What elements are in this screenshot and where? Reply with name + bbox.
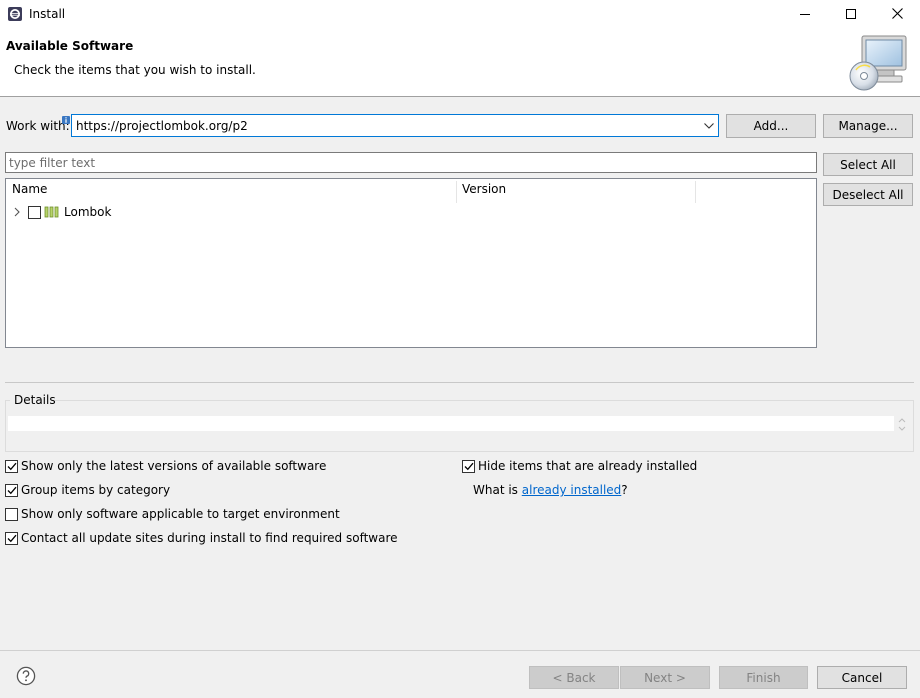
deselect-all-button[interactable]: Deselect All — [823, 183, 913, 206]
row-checkbox[interactable] — [28, 206, 41, 219]
details-scrollbar[interactable] — [896, 416, 908, 433]
details-text-area[interactable] — [8, 416, 894, 431]
header-divider — [0, 96, 920, 97]
software-tree[interactable]: Name Version Lombok — [5, 178, 817, 348]
option-label: Show only software applicable to target … — [21, 507, 340, 521]
option-label: Contact all update sites during install … — [21, 531, 398, 545]
work-with-combo[interactable]: https://projectlombok.org/p2 — [71, 114, 719, 137]
category-icon — [44, 206, 60, 218]
column-separator[interactable] — [456, 181, 457, 203]
option-show-applicable[interactable]: Show only software applicable to target … — [5, 506, 340, 522]
checkbox-unchecked[interactable] — [5, 507, 18, 521]
option-hide-installed[interactable]: Hide items that are already installed — [462, 458, 697, 474]
what-is-suffix: ? — [621, 483, 628, 497]
close-icon — [891, 7, 903, 22]
option-contact-all-sites[interactable]: Contact all update sites during install … — [5, 530, 398, 546]
select-all-button[interactable]: Select All — [823, 153, 913, 176]
maximize-icon — [846, 8, 856, 22]
sash-divider[interactable] — [5, 382, 914, 383]
eclipse-icon — [7, 6, 23, 22]
maximize-button[interactable] — [828, 0, 874, 29]
work-with-value: https://projectlombok.org/p2 — [76, 118, 248, 133]
option-group-by-category[interactable]: Group items by category — [5, 482, 170, 498]
what-is-installed-text: What is already installed? — [473, 482, 628, 498]
checkbox-checked[interactable] — [5, 483, 18, 497]
filter-input[interactable]: type filter text — [5, 152, 817, 173]
next-button[interactable]: Next > — [620, 666, 710, 689]
chevron-down-icon[interactable] — [700, 115, 718, 136]
already-installed-link[interactable]: already installed — [522, 483, 622, 497]
column-separator[interactable] — [695, 181, 696, 203]
info-icon — [62, 113, 70, 124]
minimize-button[interactable] — [782, 0, 828, 29]
manage-sites-button[interactable]: Manage... — [823, 114, 913, 138]
tree-row[interactable]: Lombok — [6, 203, 816, 221]
page-title: Available Software — [6, 39, 134, 53]
minimize-icon — [800, 8, 810, 22]
chevron-right-icon[interactable] — [11, 206, 23, 218]
details-group-border — [55, 400, 914, 401]
add-site-button[interactable]: Add... — [726, 114, 816, 138]
footer-divider — [0, 650, 920, 651]
option-show-latest[interactable]: Show only the latest versions of availab… — [5, 458, 326, 474]
column-header-version[interactable]: Version — [462, 182, 506, 202]
option-label: Show only the latest versions of availab… — [21, 459, 327, 473]
window-title: Install — [29, 7, 66, 21]
column-header-name[interactable]: Name — [12, 182, 47, 202]
tree-row-label: Lombok — [64, 205, 112, 219]
details-group-border — [5, 400, 10, 401]
option-label: Hide items that are already installed — [478, 459, 698, 473]
details-label: Details — [14, 393, 56, 407]
checkbox-checked[interactable] — [462, 459, 475, 473]
cancel-button[interactable]: Cancel — [817, 666, 907, 689]
help-icon[interactable] — [16, 666, 36, 686]
work-with-label: Work with: — [6, 119, 70, 133]
checkbox-checked[interactable] — [5, 459, 18, 473]
install-software-banner-icon — [844, 34, 908, 94]
filter-placeholder: type filter text — [9, 155, 96, 170]
checkbox-checked[interactable] — [5, 531, 18, 545]
back-button[interactable]: < Back — [529, 666, 619, 689]
close-button[interactable] — [874, 0, 920, 29]
option-label: Group items by category — [21, 483, 171, 497]
page-description: Check the items that you wish to install… — [14, 63, 256, 77]
what-is-prefix: What is — [473, 483, 522, 497]
finish-button[interactable]: Finish — [719, 666, 808, 689]
